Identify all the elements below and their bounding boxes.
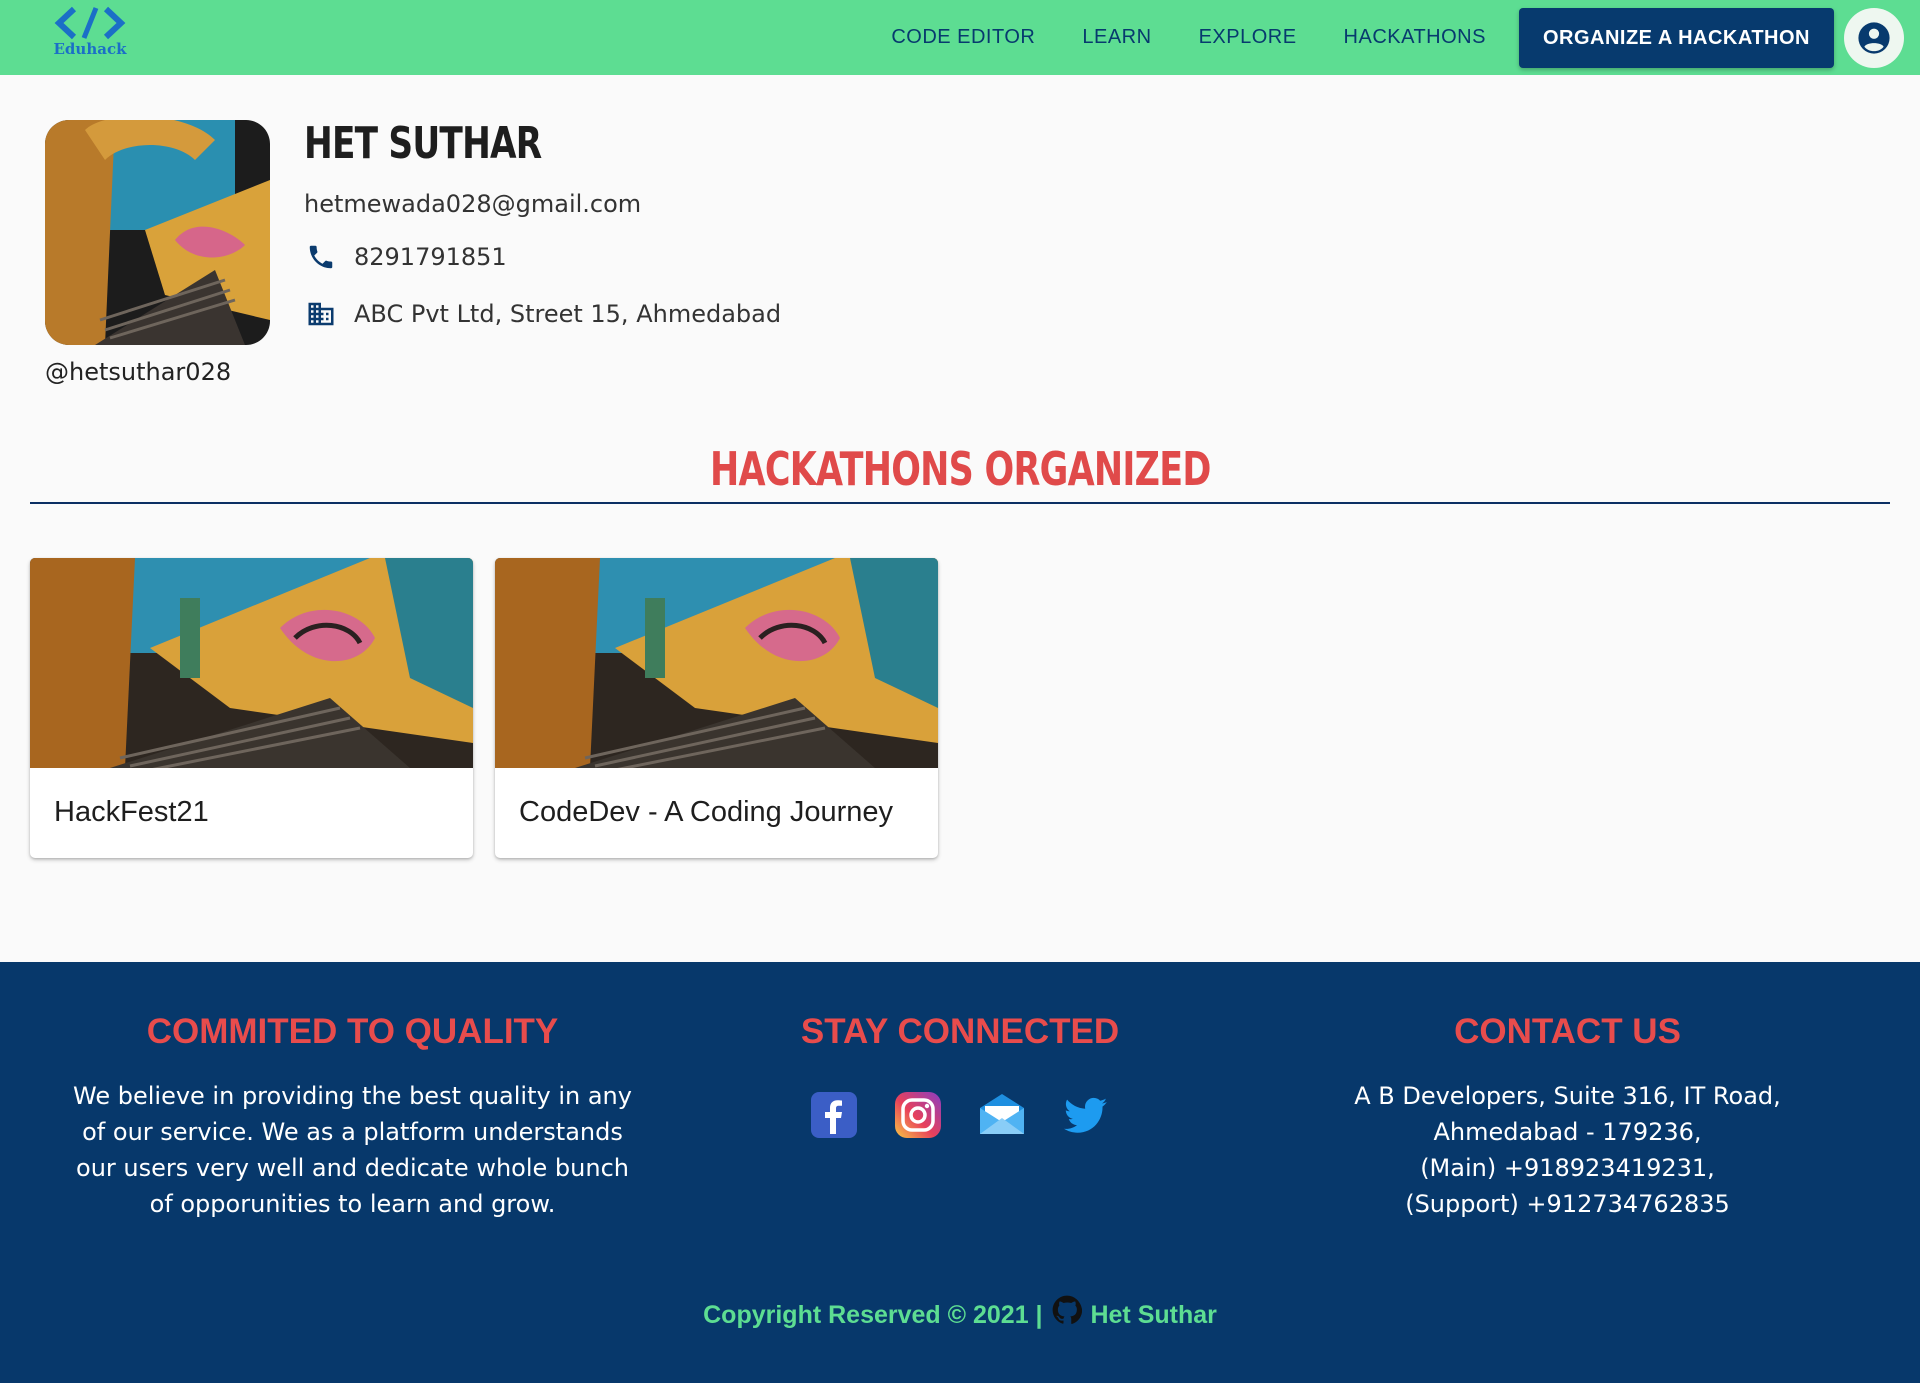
logo-text: Eduhack — [53, 40, 127, 58]
code-brackets-icon — [54, 6, 126, 40]
footer-contact-heading: CONTACT US — [1454, 1012, 1681, 1051]
facebook-icon[interactable] — [809, 1090, 859, 1140]
hackathon-card-image — [495, 558, 938, 774]
top-navbar: Eduhack CODE EDITOR LEARN EXPLORE HACKAT… — [0, 0, 1920, 75]
account-button[interactable] — [1844, 7, 1904, 68]
profile-phone: 8291791851 — [354, 243, 507, 271]
organize-hackathon-button[interactable]: ORGANIZE A HACKATHON — [1518, 7, 1834, 68]
hackathon-card-image — [30, 558, 473, 774]
hackathon-card[interactable]: HackFest21 — [30, 558, 473, 858]
hackathon-card-title: CodeDev - A Coding Journey — [519, 796, 893, 828]
contact-main-phone: (Main) +918923419231, — [1420, 1154, 1715, 1182]
copyright: Copyright Reserved © 2021 | Het Suthar — [0, 1295, 1920, 1330]
phone-icon — [304, 240, 338, 274]
contact-support-phone: (Support) +912734762835 — [1405, 1190, 1730, 1218]
nav-link-explore[interactable]: EXPLORE — [1199, 26, 1297, 49]
profile-photo — [45, 120, 270, 345]
instagram-icon[interactable] — [893, 1090, 943, 1140]
mail-icon[interactable] — [977, 1090, 1027, 1140]
footer-contact-text: A B Developers, Suite 316, IT Road, Ahme… — [1285, 1078, 1850, 1222]
profile-email: hetmewada028@gmail.com — [304, 190, 642, 218]
social-links — [710, 1090, 1210, 1140]
profile-address: ABC Pvt Ltd, Street 15, Ahmedabad — [354, 300, 782, 328]
logo[interactable]: Eduhack — [44, 6, 136, 68]
footer-quality-text: We believe in providing the best quality… — [73, 1082, 632, 1218]
copyright-text: Copyright Reserved © 2021 | — [703, 1301, 1043, 1329]
section-divider — [30, 502, 1890, 504]
github-icon[interactable] — [1052, 1295, 1082, 1325]
nav-link-code-editor[interactable]: CODE EDITOR — [891, 26, 1035, 49]
footer-quality-heading: COMMITED TO QUALITY — [146, 1012, 559, 1051]
nav-links: CODE EDITOR LEARN EXPLORE HACKATHONS ORG… — [891, 0, 1920, 75]
profile-phone-row: 8291791851 — [304, 240, 507, 274]
footer-quality: COMMITED TO QUALITY We believe in provid… — [70, 1012, 635, 1222]
twitter-icon[interactable] — [1061, 1090, 1111, 1140]
nav-link-hackathons[interactable]: HACKATHONS — [1344, 26, 1486, 49]
footer-connected: STAY CONNECTED — [710, 1012, 1210, 1140]
section-title-wrap: HACKATHONS ORGANIZED — [0, 442, 1920, 496]
account-circle-icon — [1858, 21, 1890, 54]
footer-contact: CONTACT US A B Developers, Suite 316, IT… — [1285, 1012, 1850, 1222]
nav-link-learn[interactable]: LEARN — [1082, 26, 1151, 49]
profile-address-row: ABC Pvt Ltd, Street 15, Ahmedabad — [304, 297, 781, 331]
profile-name: HET SUTHAR — [304, 118, 542, 169]
section-title: HACKATHONS ORGANIZED — [709, 442, 1211, 496]
copyright-author[interactable]: Het Suthar — [1090, 1301, 1216, 1329]
hackathon-card-title: HackFest21 — [54, 796, 209, 828]
username: @hetsuthar028 — [45, 358, 232, 386]
contact-address: A B Developers, Suite 316, IT Road, Ahme… — [1354, 1082, 1781, 1146]
building-icon — [304, 297, 338, 331]
hackathon-card[interactable]: CodeDev - A Coding Journey — [495, 558, 938, 858]
footer-connected-heading: STAY CONNECTED — [800, 1012, 1120, 1051]
